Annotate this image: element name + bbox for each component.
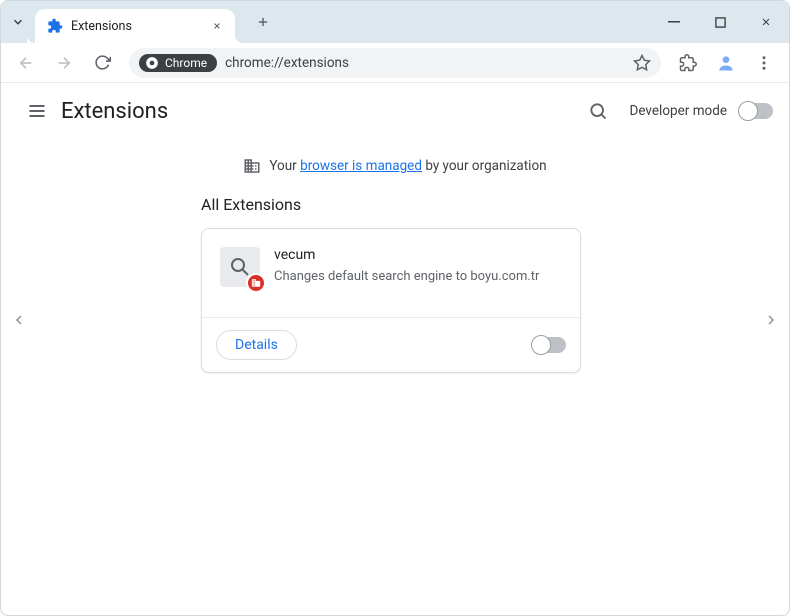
bookmark-button[interactable] [633, 54, 651, 72]
developer-mode-toggle[interactable] [739, 103, 773, 119]
nav-forward-button[interactable] [47, 46, 81, 80]
extension-name: vecum [274, 247, 539, 263]
chrome-icon [145, 56, 159, 70]
scroll-next-button[interactable] [759, 308, 783, 332]
section-title: All Extensions [201, 195, 789, 214]
window-close-button[interactable] [743, 1, 789, 43]
search-button[interactable] [578, 91, 618, 131]
building-icon [243, 157, 261, 175]
tab-title: Extensions [71, 19, 201, 34]
extension-toggle[interactable] [532, 337, 566, 353]
chevron-right-icon [763, 312, 779, 328]
profile-button[interactable] [709, 46, 743, 80]
puzzle-icon [47, 18, 63, 34]
dots-vertical-icon [755, 54, 773, 72]
window-titlebar: Extensions [1, 1, 789, 43]
minimize-icon [668, 16, 680, 28]
developer-mode-label: Developer mode [630, 103, 728, 119]
browser-toolbar: Chrome chrome://extensions [1, 43, 789, 83]
details-button[interactable]: Details [216, 330, 297, 360]
close-icon [212, 21, 222, 31]
maximize-icon [715, 17, 726, 28]
profile-icon [716, 53, 736, 73]
plus-icon [256, 15, 270, 29]
site-chip[interactable]: Chrome [139, 54, 217, 72]
extension-text: vecum Changes default search engine to b… [274, 247, 539, 287]
window-controls [651, 1, 789, 43]
policy-badge [246, 273, 266, 293]
managed-suffix: by your organization [422, 158, 547, 174]
extension-card: vecum Changes default search engine to b… [201, 228, 581, 373]
close-icon [760, 16, 772, 28]
extensions-section: All Extensions vecum Changes default sea… [1, 185, 789, 373]
hamburger-icon [27, 101, 47, 121]
url-text: chrome://extensions [225, 55, 349, 71]
main-menu-button[interactable] [17, 91, 57, 131]
card-footer: Details [202, 317, 580, 372]
managed-prefix: Your [269, 158, 300, 174]
browser-tab[interactable]: Extensions [35, 9, 235, 43]
maximize-button[interactable] [697, 1, 743, 43]
address-bar[interactable]: Chrome chrome://extensions [129, 48, 661, 78]
tab-close-button[interactable] [209, 18, 225, 34]
page-title: Extensions [61, 99, 168, 124]
scroll-prev-button[interactable] [7, 308, 31, 332]
puzzle-outline-icon [679, 54, 697, 72]
managed-link[interactable]: browser is managed [300, 158, 422, 174]
chevron-down-icon [11, 15, 25, 29]
extensions-header: Extensions Developer mode [1, 83, 789, 139]
minimize-button[interactable] [651, 1, 697, 43]
extension-icon-wrap [220, 247, 260, 287]
site-chip-label: Chrome [165, 56, 207, 70]
nav-back-button[interactable] [9, 46, 43, 80]
reload-icon [94, 54, 111, 71]
menu-button[interactable] [747, 46, 781, 80]
building-small-icon [251, 278, 261, 288]
arrow-right-icon [55, 54, 73, 72]
extensions-button[interactable] [671, 46, 705, 80]
arrow-left-icon [17, 54, 35, 72]
reload-button[interactable] [85, 46, 119, 80]
chevron-left-icon [11, 312, 27, 328]
search-icon [588, 101, 608, 121]
managed-banner: Your browser is managed by your organiza… [1, 139, 789, 185]
new-tab-button[interactable] [249, 8, 277, 36]
star-icon [633, 54, 651, 72]
extension-description: Changes default search engine to boyu.co… [274, 269, 539, 284]
